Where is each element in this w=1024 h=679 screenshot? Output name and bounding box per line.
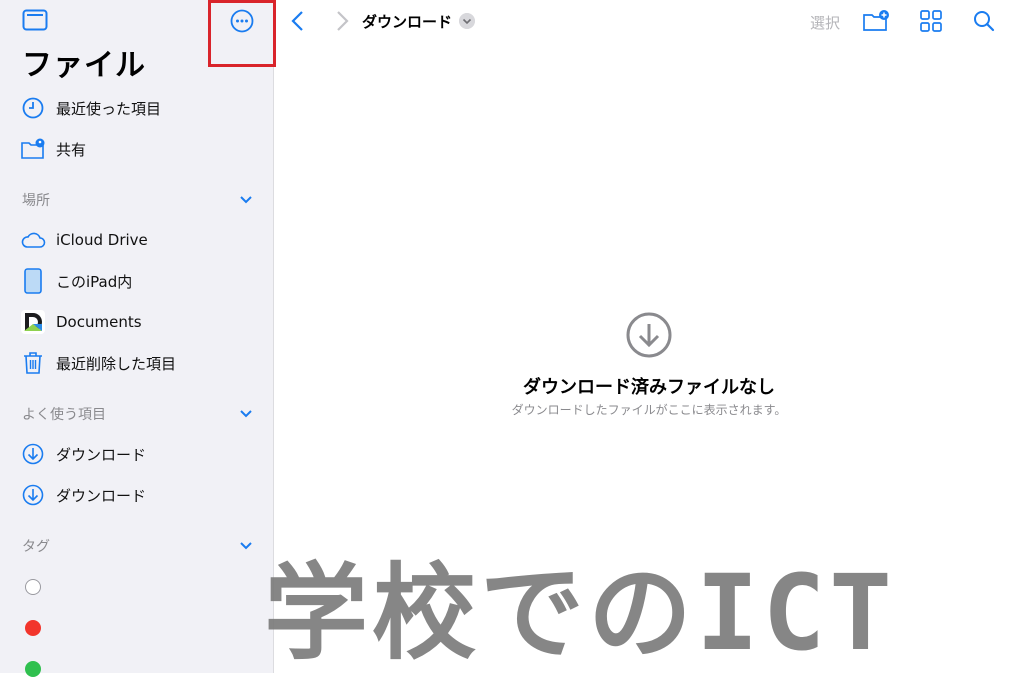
sidebar-item-documents[interactable]: Documents — [0, 302, 274, 342]
download-icon — [20, 482, 46, 508]
sidebar: ファイル 最近使った項目 共有 場所 iCloud Drive このiPad内 … — [0, 0, 276, 677]
sidebar-item-label: ダウンロード — [56, 445, 147, 464]
empty-state-title: ダウンロード済みファイルなし — [523, 377, 775, 398]
sidebar-title: ファイル — [22, 48, 146, 83]
tag-green-dot[interactable] — [25, 661, 41, 677]
chevron-down-icon[interactable] — [459, 13, 475, 29]
chevron-down-icon[interactable] — [238, 538, 254, 554]
sidebar-item-label: 最近削除した項目 — [56, 354, 177, 373]
tag-white-dot[interactable] — [25, 579, 41, 595]
forward-chevron-icon[interactable] — [333, 10, 351, 32]
back-chevron-icon[interactable] — [289, 10, 307, 32]
sidebar-toggle-icon[interactable] — [22, 9, 48, 31]
ipad-icon — [20, 268, 46, 294]
cloud-icon — [20, 227, 46, 253]
documents-app-icon — [20, 309, 46, 335]
chevron-down-icon[interactable] — [238, 192, 254, 208]
sidebar-item-label: 共有 — [56, 140, 87, 159]
section-header-tags: タグ — [22, 539, 50, 555]
sidebar-item-label: Documents — [56, 313, 142, 331]
new-folder-icon[interactable] — [862, 9, 890, 33]
sidebar-item-on-my-ipad[interactable]: このiPad内 — [0, 261, 274, 301]
sidebar-item-downloads[interactable]: ダウンロード — [0, 434, 274, 474]
sidebar-item-recents[interactable]: 最近使った項目 — [0, 88, 274, 128]
sidebar-item-downloads[interactable]: ダウンロード — [0, 475, 274, 515]
search-icon[interactable] — [971, 9, 999, 33]
sidebar-item-shared[interactable]: 共有 — [0, 129, 274, 169]
section-header-locations: 場所 — [22, 193, 50, 209]
sidebar-item-label: このiPad内 — [56, 272, 133, 291]
breadcrumb-title[interactable]: ダウンロード — [362, 11, 452, 32]
sidebar-item-icloud-drive[interactable]: iCloud Drive — [0, 220, 274, 260]
select-button[interactable]: 選択 — [810, 12, 840, 33]
shared-folder-icon — [20, 136, 46, 162]
annotation-highlight-box — [208, 0, 276, 67]
download-icon — [626, 312, 672, 358]
grid-view-icon[interactable] — [917, 9, 945, 33]
tag-red-dot[interactable] — [25, 620, 41, 636]
empty-state-subtitle: ダウンロードしたファイルがここに表示されます。 — [511, 403, 787, 417]
sidebar-item-label: 最近使った項目 — [56, 99, 162, 118]
sidebar-item-label: ダウンロード — [56, 486, 147, 505]
clock-icon — [20, 95, 46, 121]
download-icon — [20, 441, 46, 467]
sidebar-item-label: iCloud Drive — [56, 231, 148, 249]
watermark-text: 学校でのICT — [264, 552, 896, 674]
